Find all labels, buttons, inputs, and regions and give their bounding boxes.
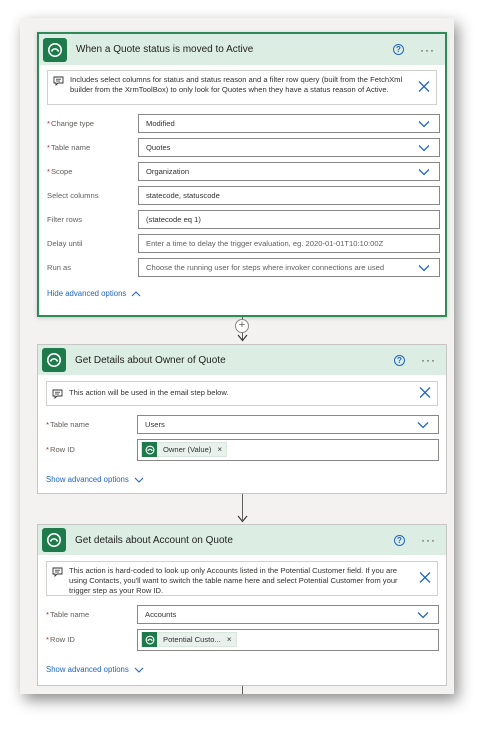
comment-icon: [53, 76, 64, 89]
help-icon[interactable]: ?: [393, 44, 404, 55]
field-label: *Table name: [46, 609, 90, 619]
dynamic-content-token[interactable]: Owner (Value) ×: [141, 442, 228, 457]
advanced-link-text: Show advanced options: [46, 475, 129, 484]
field-row-scope: *Scope Organization: [39, 159, 445, 183]
help-icon[interactable]: ?: [394, 354, 405, 366]
field-label: *Table name: [46, 419, 90, 429]
field-label: *Change type: [47, 118, 95, 128]
get-account-card[interactable]: Get details about Account on Quote ? ···…: [37, 524, 447, 686]
field-row-change-type: *Change type Modified: [39, 111, 445, 135]
chevron-down-icon: [418, 144, 430, 151]
close-icon[interactable]: [419, 571, 431, 586]
insert-step-button[interactable]: +: [235, 319, 249, 333]
field-row-row-id: *Row ID Potential Custo... ×: [38, 626, 446, 653]
help-icon[interactable]: ?: [394, 534, 405, 546]
token-label: Owner (Value): [163, 445, 212, 454]
run-as-dropdown[interactable]: Choose the running user for steps where …: [138, 257, 440, 277]
trigger-fields: *Change type Modified *Table name Quotes…: [39, 111, 445, 279]
chevron-down-icon: [418, 168, 430, 175]
arrow-down-icon: [237, 515, 248, 523]
trigger-title: When a Quote status is moved to Active: [76, 44, 254, 55]
account-comment[interactable]: This action is hard-coded to look up onl…: [46, 561, 438, 596]
chevron-down-icon: [418, 120, 430, 127]
owner-table-name-dropdown[interactable]: Users: [137, 414, 439, 434]
field-label: Select columns: [47, 190, 99, 200]
dataverse-logo-icon: [42, 348, 66, 372]
field-row-filter-rows: Filter rows (statecode eq 1): [39, 207, 445, 231]
more-options-icon[interactable]: ···: [421, 534, 436, 546]
remove-token-icon[interactable]: ×: [217, 445, 222, 454]
chevron-down-icon: [134, 667, 144, 673]
account-step-title: Get details about Account on Quote: [75, 534, 233, 546]
field-row-select-columns: Select columns statecode, statuscode: [39, 183, 445, 207]
field-row-table-name: *Table name Quotes: [39, 135, 445, 159]
owner-row-id-input[interactable]: Owner (Value) ×: [137, 438, 439, 461]
table-name-dropdown[interactable]: Quotes: [138, 137, 440, 157]
owner-step-title: Get Details about Owner of Quote: [75, 354, 226, 366]
dataverse-logo-icon: [142, 632, 157, 647]
comment-icon: [52, 389, 63, 402]
owner-card-header[interactable]: Get Details about Owner of Quote ? ···: [38, 345, 446, 375]
trigger-comment-text: Includes select columns for status and s…: [70, 75, 403, 94]
select-columns-input[interactable]: statecode, statuscode: [138, 185, 440, 205]
advanced-link-text: Show advanced options: [46, 665, 129, 674]
hide-advanced-options-link[interactable]: Hide advanced options: [39, 289, 445, 298]
field-label: *Row ID: [46, 635, 75, 644]
field-label: *Row ID: [46, 445, 75, 454]
owner-comment[interactable]: This action will be used in the email st…: [46, 381, 438, 406]
arrow-down-icon: [237, 334, 248, 342]
scope-dropdown[interactable]: Organization: [138, 161, 440, 181]
field-row-table-name: *Table name Users: [38, 412, 446, 436]
field-row-table-name: *Table name Accounts: [38, 602, 446, 626]
filter-rows-input[interactable]: (statecode eq 1): [138, 209, 440, 229]
owner-comment-text: This action will be used in the email st…: [69, 388, 229, 397]
account-comment-text: This action is hard-coded to look up onl…: [69, 566, 398, 595]
field-row-delay-until: Delay until Enter a time to delay the tr…: [39, 231, 445, 255]
account-row-id-input[interactable]: Potential Custo... ×: [137, 628, 439, 651]
trigger-comment[interactable]: Includes select columns for status and s…: [47, 70, 437, 105]
field-row-run-as: Run as Choose the running user for steps…: [39, 255, 445, 279]
field-label: Filter rows: [47, 214, 83, 224]
show-advanced-options-link[interactable]: Show advanced options: [38, 475, 446, 484]
field-label: *Table name: [47, 142, 91, 152]
get-owner-card[interactable]: Get Details about Owner of Quote ? ··· T…: [37, 344, 447, 494]
show-advanced-options-link[interactable]: Show advanced options: [38, 665, 446, 674]
remove-token-icon[interactable]: ×: [227, 635, 232, 644]
flow-designer-canvas: When a Quote status is moved to Active ?…: [20, 18, 454, 694]
trigger-card[interactable]: When a Quote status is moved to Active ?…: [37, 32, 447, 317]
field-label: Delay until: [47, 238, 83, 248]
chevron-down-icon: [417, 611, 429, 618]
chevron-down-icon: [417, 421, 429, 428]
chevron-up-icon: [131, 290, 141, 296]
dataverse-logo-icon: [42, 528, 66, 552]
field-row-row-id: *Row ID Owner (Value) ×: [38, 436, 446, 463]
field-label: *Scope: [47, 166, 73, 176]
token-label: Potential Custo...: [163, 635, 221, 644]
chevron-down-icon: [418, 264, 430, 271]
advanced-link-text: Hide advanced options: [47, 289, 127, 298]
account-card-header[interactable]: Get details about Account on Quote ? ···: [38, 525, 446, 555]
more-options-icon[interactable]: ···: [421, 354, 436, 366]
delay-until-input[interactable]: Enter a time to delay the trigger evalua…: [138, 233, 440, 253]
more-options-icon[interactable]: ···: [420, 44, 435, 56]
trigger-card-header[interactable]: When a Quote status is moved to Active ?…: [39, 34, 445, 65]
connector-line: [242, 686, 243, 694]
change-type-dropdown[interactable]: Modified: [138, 113, 440, 133]
chevron-down-icon: [134, 477, 144, 483]
comment-icon: [52, 567, 63, 580]
close-icon[interactable]: [419, 386, 431, 401]
dynamic-content-token[interactable]: Potential Custo... ×: [141, 632, 237, 647]
account-table-name-dropdown[interactable]: Accounts: [137, 604, 439, 624]
dataverse-logo-icon: [43, 37, 67, 62]
close-icon[interactable]: [418, 80, 430, 95]
dataverse-logo-icon: [142, 442, 157, 457]
field-label: Run as: [47, 262, 72, 272]
